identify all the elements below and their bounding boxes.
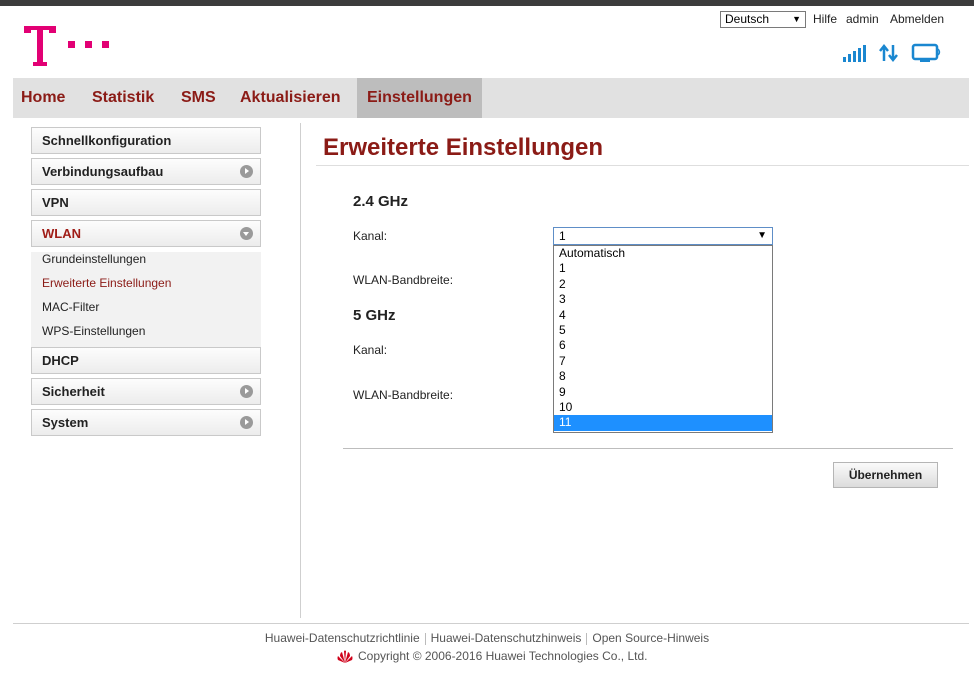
sidebar-item-vpn[interactable]: VPN bbox=[31, 189, 261, 216]
help-link[interactable]: Hilfe bbox=[813, 12, 837, 26]
dropdown-option[interactable]: 4 bbox=[554, 308, 772, 323]
separator bbox=[586, 632, 588, 645]
submenu-item-grundeinstellungen[interactable]: Grundeinstellungen bbox=[42, 252, 146, 266]
sidebar-item-label: System bbox=[42, 415, 89, 430]
main-nav: Home Statistik SMS Aktualisieren Einstel… bbox=[13, 78, 969, 118]
signal-strength-icon bbox=[843, 45, 866, 62]
chevron-right-icon bbox=[240, 416, 253, 429]
sidebar-item-label: Schnellkonfiguration bbox=[42, 133, 172, 148]
browser-top-bar bbox=[0, 0, 974, 6]
dropdown-option[interactable]: 2 bbox=[554, 277, 772, 292]
copyright: Copyright © 2006-2016 Huawei Technologie… bbox=[336, 649, 647, 663]
privacy-notice-link[interactable]: Huawei-Datenschutzhinweis bbox=[431, 631, 582, 645]
dropdown-option[interactable]: 3 bbox=[554, 292, 772, 307]
footer-divider bbox=[13, 623, 969, 624]
sidebar-item-sicherheit[interactable]: Sicherheit bbox=[31, 378, 261, 405]
section-heading-5ghz: 5 GHz bbox=[353, 307, 396, 324]
channel-dropdown-list: Automatisch 1 2 3 4 5 6 7 8 9 10 11 bbox=[553, 245, 773, 433]
sidebar-item-label: DHCP bbox=[42, 353, 79, 368]
sidebar-item-label: WLAN bbox=[42, 226, 81, 241]
dropdown-option[interactable]: 9 bbox=[554, 385, 772, 400]
sidebar-item-dhcp[interactable]: DHCP bbox=[31, 347, 261, 374]
channel-select-24ghz[interactable]: 1 ▼ bbox=[553, 227, 773, 245]
chevron-right-icon bbox=[240, 165, 253, 178]
submenu-item-wps-einstellungen[interactable]: WPS-Einstellungen bbox=[42, 324, 145, 338]
nav-sms[interactable]: SMS bbox=[181, 78, 216, 118]
apply-button[interactable]: Übernehmen bbox=[833, 462, 938, 488]
dropdown-option[interactable]: 6 bbox=[554, 338, 772, 353]
title-divider bbox=[316, 165, 969, 166]
chevron-right-icon bbox=[240, 385, 253, 398]
sidebar-item-label: Sicherheit bbox=[42, 384, 105, 399]
open-source-link[interactable]: Open Source-Hinweis bbox=[592, 631, 709, 645]
huawei-logo-icon bbox=[337, 650, 353, 663]
nav-home[interactable]: Home bbox=[21, 78, 65, 118]
form-divider bbox=[343, 448, 953, 449]
logout-link[interactable]: Abmelden bbox=[890, 12, 944, 26]
page-title: Erweiterte Einstellungen bbox=[323, 134, 604, 161]
nav-aktualisieren[interactable]: Aktualisieren bbox=[240, 78, 340, 118]
channel-label-24ghz: Kanal: bbox=[353, 229, 388, 243]
footer-links: Huawei-Datenschutzrichtlinie Huawei-Daten… bbox=[0, 631, 974, 645]
sidebar-item-verbindungsaufbau[interactable]: Verbindungsaufbau bbox=[31, 158, 261, 185]
chevron-down-icon: ▼ bbox=[792, 14, 801, 24]
wlan-submenu: Grundeinstellungen Erweiterte Einstellun… bbox=[31, 252, 261, 348]
dropdown-option[interactable]: 8 bbox=[554, 369, 772, 384]
dropdown-option[interactable]: 7 bbox=[554, 354, 772, 369]
dropdown-option[interactable]: 10 bbox=[554, 400, 772, 415]
bandwidth-label-24ghz: WLAN-Bandbreite: bbox=[353, 273, 454, 287]
telekom-logo bbox=[24, 26, 109, 66]
chevron-down-icon: ▼ bbox=[757, 230, 767, 241]
nav-statistik[interactable]: Statistik bbox=[92, 78, 154, 118]
language-select-value: Deutsch bbox=[725, 12, 770, 26]
bandwidth-label-5ghz: WLAN-Bandbreite: bbox=[353, 388, 454, 402]
dropdown-option[interactable]: 11 bbox=[554, 415, 772, 431]
sidebar-item-wlan[interactable]: WLAN bbox=[31, 220, 261, 247]
copyright-text: Copyright © 2006-2016 Huawei Technologie… bbox=[358, 649, 648, 663]
user-link[interactable]: admin bbox=[846, 12, 879, 26]
chevron-down-icon bbox=[240, 227, 253, 240]
pc-connection-icon bbox=[911, 43, 941, 62]
dropdown-option[interactable]: 1 bbox=[554, 261, 772, 276]
dropdown-option[interactable]: 5 bbox=[554, 323, 772, 338]
submenu-item-mac-filter[interactable]: MAC-Filter bbox=[42, 300, 99, 314]
channel-label-5ghz: Kanal: bbox=[353, 343, 388, 357]
channel-select-value: 1 bbox=[559, 229, 566, 243]
privacy-policy-link[interactable]: Huawei-Datenschutzrichtlinie bbox=[265, 631, 420, 645]
language-select[interactable]: Deutsch ▼ bbox=[720, 11, 806, 28]
sidebar-item-label: Verbindungsaufbau bbox=[42, 164, 164, 179]
nav-einstellungen[interactable]: Einstellungen bbox=[357, 78, 482, 118]
data-transfer-icon bbox=[879, 43, 898, 63]
section-heading-24ghz: 2.4 GHz bbox=[353, 193, 409, 210]
separator bbox=[424, 632, 426, 645]
sidebar-item-system[interactable]: System bbox=[31, 409, 261, 436]
sidebar-item-schnellkonfiguration[interactable]: Schnellkonfiguration bbox=[31, 127, 261, 154]
sidebar-item-label: VPN bbox=[42, 195, 69, 210]
submenu-item-erweiterte-einstellungen[interactable]: Erweiterte Einstellungen bbox=[42, 276, 171, 290]
dropdown-option[interactable]: Automatisch bbox=[554, 246, 772, 261]
content-divider bbox=[300, 123, 301, 618]
